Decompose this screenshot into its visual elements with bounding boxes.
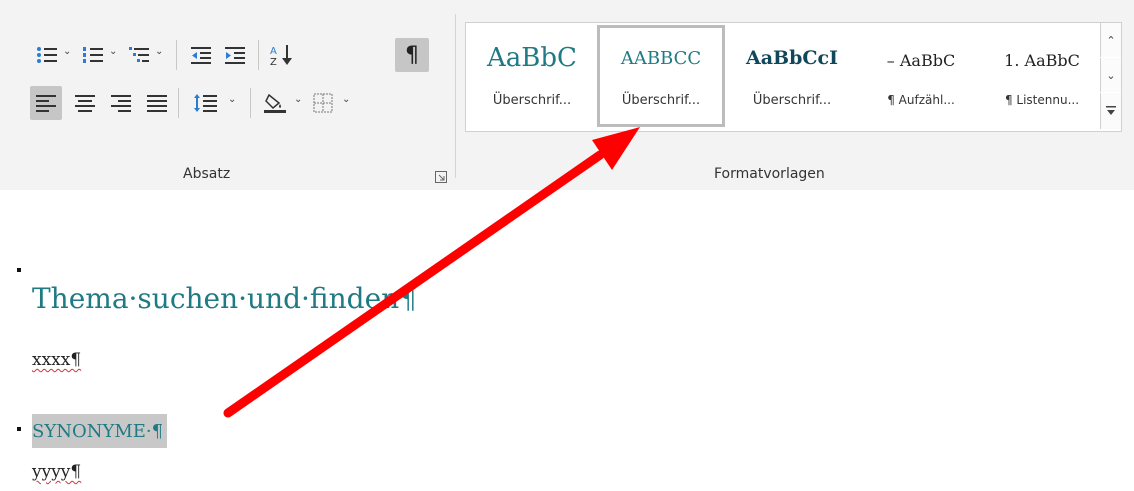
annotation-arrow: [223, 127, 640, 418]
